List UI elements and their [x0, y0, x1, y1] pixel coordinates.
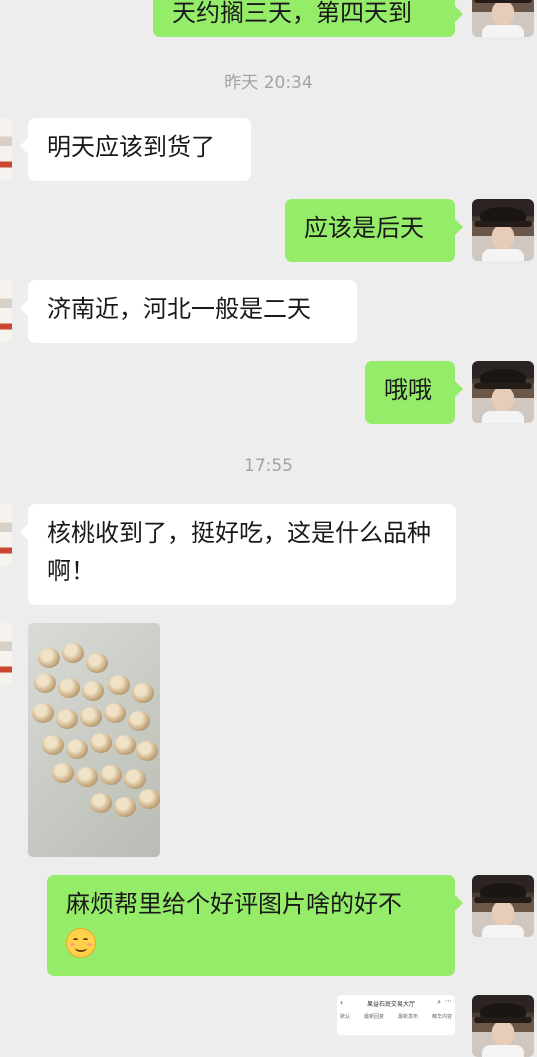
walnut: [80, 707, 102, 727]
walnut: [32, 703, 54, 723]
hat-brim-graphic: [474, 221, 532, 227]
walnut: [66, 739, 88, 759]
outgoing-message[interactable]: 哦哦: [365, 361, 463, 424]
screenshot-title: 果益石斑交易大厅: [367, 1001, 416, 1008]
my-avatar[interactable]: [472, 995, 534, 1057]
hat-brim-graphic: [474, 897, 532, 903]
tab-default: 默认: [340, 1014, 351, 1020]
message-text: 明天应该到货了: [47, 133, 215, 161]
walnut: [100, 765, 122, 785]
message-text: 核桃收到了，挺好吃，这是什么品种啊！: [47, 519, 431, 585]
outgoing-message-partial[interactable]: 天约搁三天，第四天到: [153, 0, 463, 37]
contact-avatar[interactable]: [0, 118, 12, 180]
walnut: [42, 735, 64, 755]
coat-graphic: [482, 925, 524, 937]
walnut: [62, 643, 84, 663]
hat-brim-graphic: [474, 1017, 532, 1023]
message-text: 天约搁三天，第四天到: [172, 0, 412, 27]
walnut: [90, 793, 112, 813]
emoji-cheek: [70, 943, 75, 946]
walnut: [56, 709, 78, 729]
timestamp: 昨天 20:34: [224, 73, 313, 93]
tab-latest-reply: 最新回复: [363, 1014, 384, 1020]
search-icon: ⌕: [437, 998, 441, 1006]
coat-graphic: [482, 25, 524, 37]
walnut: [114, 797, 136, 817]
walnut: [128, 711, 150, 731]
outgoing-message[interactable]: 麻烦帮里给个好评图片啥的好不: [47, 875, 463, 976]
walnut: [138, 789, 160, 809]
walnut: [38, 648, 60, 668]
coat-graphic: [482, 1045, 524, 1057]
coat-graphic: [482, 411, 524, 423]
walnut: [58, 678, 80, 698]
walnut: [76, 767, 98, 787]
walnut: [108, 675, 130, 695]
smiling-emoji-icon: [66, 928, 96, 958]
message-text: 济南近，河北一般是二天: [47, 295, 311, 323]
contact-avatar[interactable]: [0, 280, 12, 342]
tab-latest-post: 最新发布: [397, 1014, 418, 1020]
hat-brim-graphic: [474, 0, 532, 3]
walnut: [114, 735, 136, 755]
walnut: [132, 683, 154, 703]
walnut: [86, 653, 108, 673]
outgoing-message[interactable]: 应该是后天: [285, 199, 463, 262]
contact-avatar[interactable]: [0, 623, 12, 685]
walnut-photo-message[interactable]: [28, 623, 160, 857]
screenshot-tabs: 默认 最新回复 最新发布 精华内容: [340, 1013, 452, 1020]
hat-brim-graphic: [474, 383, 532, 389]
walnut: [82, 681, 104, 701]
timestamp: 17:55: [244, 456, 293, 476]
contact-avatar[interactable]: [0, 504, 12, 566]
message-text: 应该是后天: [304, 214, 424, 242]
coat-graphic: [482, 249, 524, 261]
incoming-message[interactable]: 济南近，河北一般是二天: [20, 280, 357, 343]
emoji-mouth: [75, 944, 87, 952]
walnut: [52, 763, 74, 783]
incoming-message[interactable]: 核桃收到了，挺好吃，这是什么品种啊！: [20, 504, 456, 605]
my-avatar[interactable]: [472, 0, 534, 37]
screenshot-image-message[interactable]: ‹ 果益石斑交易大厅 ⌕ ⋯ 默认 最新回复 最新发布 精华内容: [337, 995, 455, 1035]
back-arrow-icon: ‹: [340, 998, 344, 1007]
message-text: 哦哦: [384, 376, 432, 404]
my-avatar[interactable]: [472, 361, 534, 423]
walnut: [34, 673, 56, 693]
walnut: [104, 703, 126, 723]
emoji-cheek: [87, 943, 92, 946]
walnut: [124, 769, 146, 789]
walnut: [90, 733, 112, 753]
more-icon: ⋯: [445, 997, 452, 1005]
message-text: 麻烦帮里给个好评图片啥的好不: [66, 890, 402, 918]
incoming-message[interactable]: 明天应该到货了: [20, 118, 251, 181]
tab-featured: 精华内容: [431, 1014, 452, 1020]
walnut: [136, 741, 158, 761]
my-avatar[interactable]: [472, 199, 534, 261]
my-avatar[interactable]: [472, 875, 534, 937]
